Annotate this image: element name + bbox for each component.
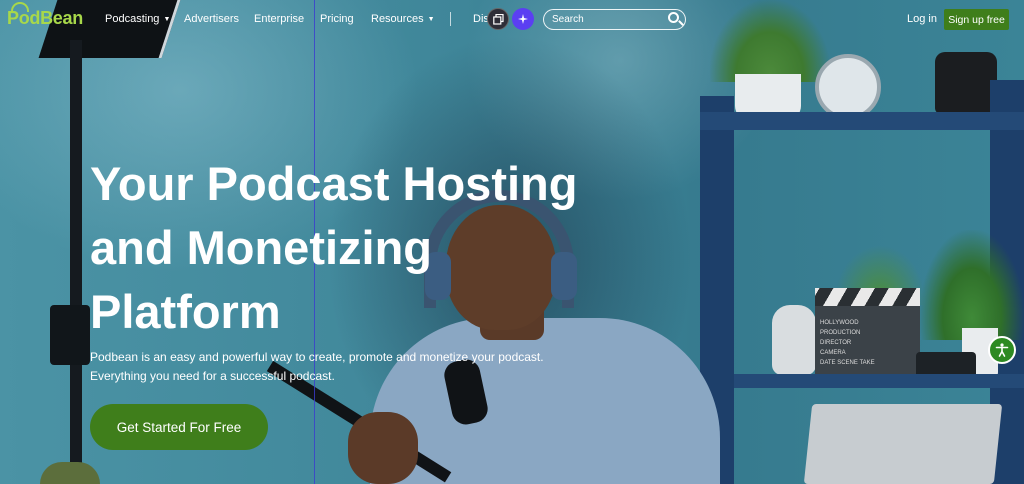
nav-item-advertisers[interactable]: Advertisers <box>184 13 239 25</box>
light-stand <box>70 40 82 484</box>
shelf-plant <box>920 230 1024 340</box>
chevron-down-icon: ▼ <box>427 16 435 23</box>
shelf-board <box>734 374 1024 388</box>
nav-item-enterprise[interactable]: Enterprise <box>254 13 304 25</box>
accessibility-icon[interactable] <box>988 336 1016 364</box>
sparkle-icon-svg <box>518 14 528 24</box>
hero-title-line: and Monetizing <box>90 221 433 274</box>
light-stand-clamp <box>50 305 90 365</box>
clapperboard-text: HOLLYWOOD PRODUCTION DIRECTOR CAMERA DAT… <box>820 320 875 366</box>
podbean-logo[interactable]: PodBean <box>7 2 83 29</box>
person-hand <box>348 412 418 484</box>
search-input[interactable]: Search <box>543 9 686 30</box>
shelf-kettle <box>935 52 997 114</box>
clapperboard-stripes <box>815 288 920 306</box>
plant-pot <box>40 462 100 484</box>
accessibility-icon-svg <box>995 343 1009 357</box>
search-icon[interactable] <box>668 12 679 23</box>
copy-icon[interactable] <box>487 8 509 30</box>
hero-title: Your Podcast Hosting and Monetizing Plat… <box>90 152 690 344</box>
top-nav: PodBean Podcasting ▼ Advertisers Enterpri… <box>0 0 1024 40</box>
logo-signal-icon <box>11 2 29 12</box>
get-started-button[interactable]: Get Started For Free <box>90 404 268 450</box>
login-link[interactable]: Log in <box>907 13 937 25</box>
shelf-vase <box>772 305 816 375</box>
hero-title-line: Your Podcast Hosting <box>90 157 578 210</box>
nav-item-podcasting[interactable]: Podcasting ▼ <box>105 13 170 25</box>
hero-title-line: Platform <box>90 285 281 338</box>
sparkle-icon[interactable] <box>512 8 534 30</box>
laptop <box>803 404 1003 484</box>
search-placeholder: Search <box>552 14 584 25</box>
chevron-down-icon: ▼ <box>163 16 171 23</box>
signup-button[interactable]: Sign up free <box>944 9 1009 30</box>
hero-subtitle: Podbean is an easy and powerful way to c… <box>90 350 544 383</box>
copy-icon-svg <box>492 13 504 25</box>
shelf-clock <box>815 54 881 120</box>
shelf-board <box>700 112 1024 130</box>
nav-item-pricing[interactable]: Pricing <box>320 13 354 25</box>
nav-separator <box>450 12 451 26</box>
nav-item-resources[interactable]: Resources ▼ <box>371 13 435 25</box>
